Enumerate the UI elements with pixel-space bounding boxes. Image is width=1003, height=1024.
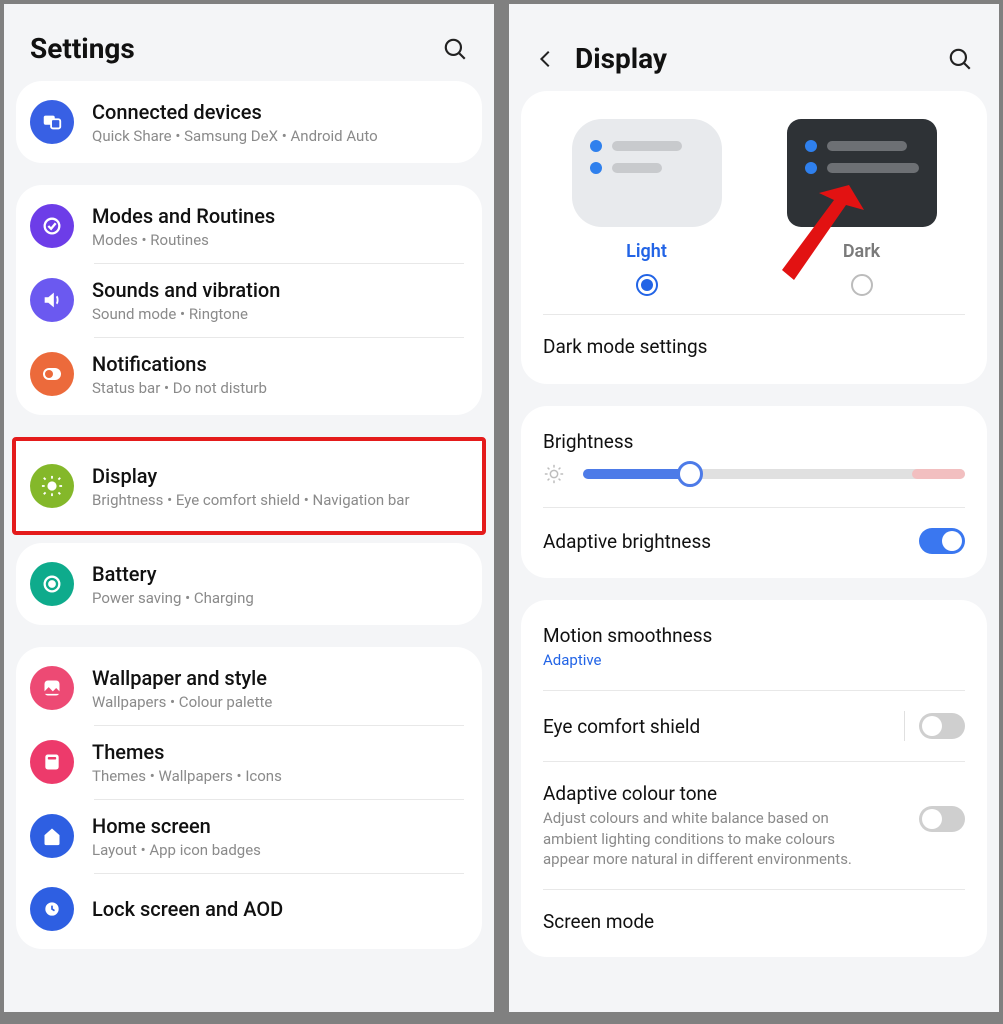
item-title: Modes and Routines [92,203,468,229]
display-pane: Display Light [505,0,1003,1016]
item-modes-routines[interactable]: Modes and Routines Modes • Routines [16,189,482,263]
page-title: Display [575,42,667,75]
sun-icon [543,463,565,485]
toggle-adaptive-colour-tone[interactable] [919,806,965,832]
row-adaptive-colour-tone[interactable]: Adaptive colour tone Adjust colours and … [521,762,987,889]
brightness-card: Brightness Adaptive brightness [521,406,987,578]
settings-group-battery: Battery Power saving • Charging [16,543,482,625]
theme-card: Light Dark Dark mode set [521,91,987,384]
display-icon [30,464,74,508]
brightness-slider-row [521,457,987,507]
theme-option-light[interactable]: Light [550,119,744,296]
item-wallpaper-style[interactable]: Wallpaper and style Wallpapers • Colour … [16,651,482,725]
search-icon[interactable] [442,36,468,62]
row-motion-smoothness[interactable]: Motion smoothness Adaptive [521,604,987,690]
battery-icon [30,562,74,606]
row-title: Adaptive colour tone [543,782,883,805]
item-notifications[interactable]: Notifications Status bar • Do not distur… [16,337,482,411]
row-title: Brightness [543,430,633,453]
settings-pane: Settings Connected devices Quick Share •… [0,0,498,1016]
modes-icon [30,204,74,248]
lock-icon [30,887,74,931]
row-eye-comfort-shield[interactable]: Eye comfort shield [521,691,987,761]
display-header: Display [509,4,999,91]
themes-icon [30,740,74,784]
item-display[interactable]: Display Brightness • Eye comfort shield … [16,445,482,527]
row-title: Screen mode [543,910,654,933]
notifications-icon [30,352,74,396]
item-battery[interactable]: Battery Power saving • Charging [16,547,482,621]
item-sub: Themes • Wallpapers • Icons [92,767,468,785]
dark-thumbnail [787,119,937,227]
item-sub: Power saving • Charging [92,589,468,607]
item-themes[interactable]: Themes Themes • Wallpapers • Icons [16,725,482,799]
item-title: Wallpaper and style [92,665,468,691]
row-screen-mode[interactable]: Screen mode [521,890,987,953]
item-title: Notifications [92,351,468,377]
page-title: Settings [30,32,135,65]
item-sub: Modes • Routines [92,231,468,249]
sounds-icon [30,278,74,322]
brightness-slider[interactable] [583,469,965,479]
theme-label: Dark [765,241,959,262]
light-thumbnail [572,119,722,227]
pane-divider [498,0,505,1024]
row-title: Adaptive brightness [543,530,711,553]
theme-option-dark[interactable]: Dark [765,119,959,296]
row-adaptive-brightness[interactable]: Adaptive brightness [521,508,987,574]
item-title: Battery [92,561,468,587]
radio-dark[interactable] [851,274,873,296]
item-lock-screen-aod[interactable]: Lock screen and AOD [16,873,482,945]
home-icon [30,814,74,858]
item-title: Home screen [92,813,468,839]
row-sub: Adaptive [543,650,712,670]
item-sub: Sound mode • Ringtone [92,305,468,323]
item-connected-devices[interactable]: Connected devices Quick Share • Samsung … [16,85,482,159]
theme-label: Light [550,241,744,262]
item-sub: Wallpapers • Colour palette [92,693,468,711]
item-title: Display [92,463,468,489]
connected-devices-icon [30,100,74,144]
item-title: Sounds and vibration [92,277,468,303]
item-home-screen[interactable]: Home screen Layout • App icon badges [16,799,482,873]
settings-group-connectivity: Connected devices Quick Share • Samsung … [16,81,482,163]
item-sub: Quick Share • Samsung DeX • Android Auto [92,127,468,145]
highlight-box: Display Brightness • Eye comfort shield … [12,437,486,535]
item-title: Connected devices [92,99,468,125]
row-title: Dark mode settings [543,335,708,358]
wallpaper-icon [30,666,74,710]
display-options-card: Motion smoothness Adaptive Eye comfort s… [521,600,987,957]
toggle-adaptive-brightness[interactable] [919,528,965,554]
row-title: Motion smoothness [543,624,712,647]
theme-selector: Light Dark [521,95,987,314]
item-sub: Brightness • Eye comfort shield • Naviga… [92,491,468,509]
search-icon[interactable] [947,46,973,72]
item-sub: Layout • App icon badges [92,841,468,859]
row-title: Eye comfort shield [543,715,700,738]
item-sub: Status bar • Do not disturb [92,379,468,397]
row-sub: Adjust colours and white balance based o… [543,808,883,869]
settings-group-personalize: Wallpaper and style Wallpapers • Colour … [16,647,482,949]
item-title: Lock screen and AOD [92,896,468,922]
settings-header: Settings [4,4,494,81]
settings-group-system: Modes and Routines Modes • Routines Soun… [16,185,482,415]
back-icon[interactable] [535,48,557,70]
radio-light[interactable] [636,274,658,296]
toggle-eye-comfort[interactable] [919,713,965,739]
item-title: Themes [92,739,468,765]
item-sounds-vibration[interactable]: Sounds and vibration Sound mode • Ringto… [16,263,482,337]
row-brightness-label: Brightness [521,410,987,457]
row-dark-mode-settings[interactable]: Dark mode settings [521,315,987,378]
